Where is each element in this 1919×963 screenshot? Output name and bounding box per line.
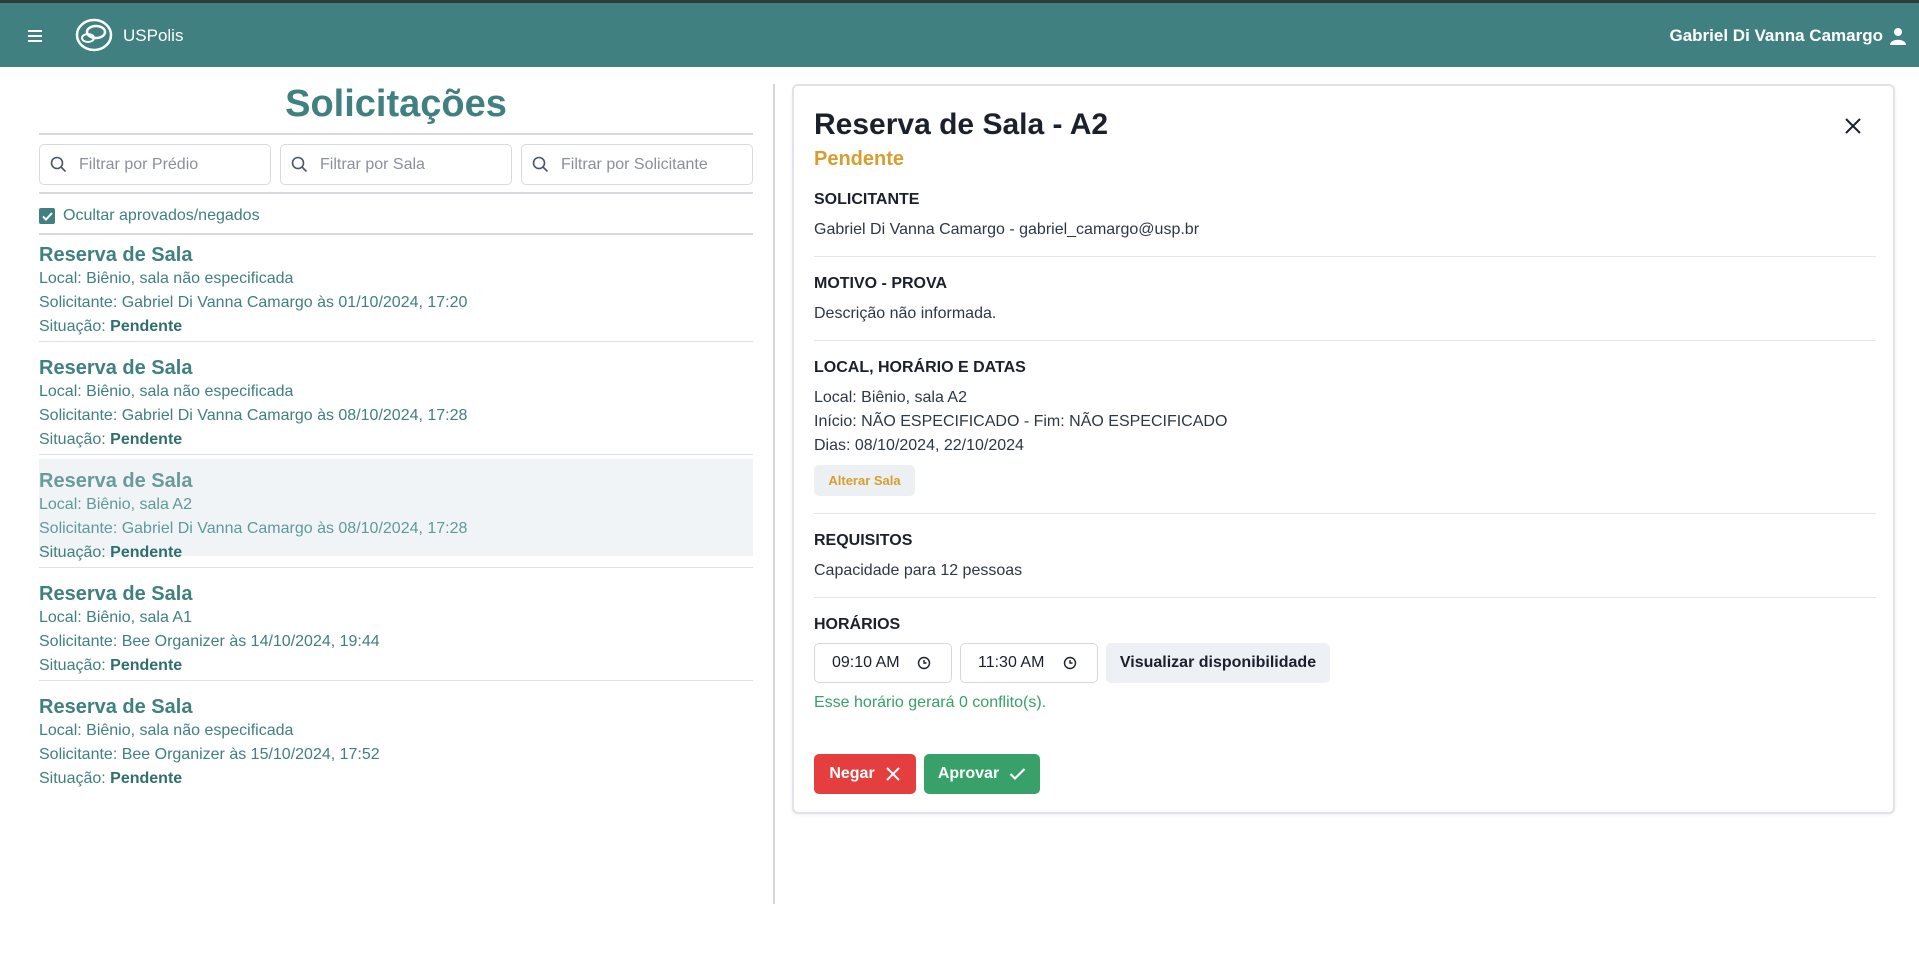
deny-label: Negar: [829, 765, 875, 782]
status-prefix: Situação:: [39, 544, 111, 561]
filter-requester-input[interactable]: [561, 155, 731, 174]
request-detail-panel: Reserva de Sala - A2 Pendente SOLICITANT…: [792, 84, 1895, 814]
reason-heading: MOTIVO - PROVA: [814, 275, 948, 292]
clock-icon[interactable]: [1063, 656, 1077, 670]
request-requester: Solicitante: Gabriel Di Vanna Camargo às…: [39, 520, 468, 537]
deny-button[interactable]: Negar: [814, 754, 916, 794]
end-time-input[interactable]: 11:30 AM: [960, 643, 1098, 683]
detail-status: Pendente: [814, 148, 905, 170]
request-title: Reserva de Sala: [39, 696, 193, 718]
request-local: Local: Biênio, sala não especificada: [39, 383, 294, 400]
uspolis-logo[interactable]: [74, 17, 114, 53]
reason-text: Descrição não informada.: [814, 305, 997, 322]
item-divider: [39, 454, 753, 455]
item-divider: [39, 567, 753, 568]
status-prefix: Situação:: [39, 318, 111, 335]
filter-requester[interactable]: [521, 144, 753, 185]
request-status-line: Situação: Pendente: [39, 657, 182, 675]
request-item[interactable]: Reserva de Sala Local: Biênio, sala não …: [39, 685, 753, 787]
hide-approved-label: Ocultar aprovados/negados: [63, 207, 260, 224]
hide-approved-toggle[interactable]: Ocultar aprovados/negados: [39, 207, 260, 225]
location-time: Início: NÃO ESPECIFICADO - Fim: NÃO ESPE…: [814, 413, 1228, 430]
request-title: Reserva de Sala: [39, 357, 193, 379]
conflict-message: Esse horário gerará 0 conflito(s).: [814, 694, 1047, 711]
request-local: Local: Biênio, sala A1: [39, 609, 192, 626]
item-divider: [39, 341, 753, 342]
item-divider: [39, 680, 753, 681]
checkmark-icon: [41, 211, 53, 221]
clock-icon[interactable]: [917, 656, 931, 670]
requirements-text: Capacidade para 12 pessoas: [814, 562, 1023, 579]
request-status: Pendente: [110, 431, 183, 448]
request-status: Pendente: [110, 657, 183, 674]
hamburger-icon: [28, 30, 42, 42]
change-room-button[interactable]: Alterar Sala: [814, 465, 915, 496]
requester-text: Gabriel Di Vanna Camargo - gabriel_camar…: [814, 221, 1200, 238]
column-divider: [773, 84, 775, 904]
request-item[interactable]: Reserva de Sala Local: Biênio, sala A1 S…: [39, 572, 753, 681]
section-divider: [814, 340, 1876, 341]
request-requester: Solicitante: Gabriel Di Vanna Camargo às…: [39, 407, 468, 424]
filter-room[interactable]: [280, 144, 512, 185]
title-divider: [39, 133, 753, 135]
check-icon: [1009, 768, 1026, 781]
approve-button[interactable]: Aprovar: [924, 754, 1040, 794]
search-icon: [50, 156, 67, 173]
user-icon[interactable]: [1889, 27, 1907, 45]
request-title: Reserva de Sala: [39, 470, 193, 492]
hamburger-menu-button[interactable]: [22, 23, 48, 49]
request-status-line: Situação: Pendente: [39, 431, 182, 449]
request-status: Pendente: [110, 770, 183, 787]
request-status-line: Situação: Pendente: [39, 544, 182, 562]
search-icon: [291, 156, 308, 173]
close-icon: [885, 767, 900, 781]
status-prefix: Situação:: [39, 770, 111, 787]
request-status: Pendente: [110, 318, 183, 335]
filter-building-input[interactable]: [79, 155, 249, 174]
request-item[interactable]: Reserva de Sala Local: Biênio, sala não …: [39, 346, 753, 455]
schedule-heading: HORÁRIOS: [814, 616, 901, 633]
user-name[interactable]: Gabriel Di Vanna Camargo: [1669, 26, 1883, 46]
start-time-value: 09:10 AM: [832, 654, 900, 671]
app-name: USPolis: [123, 26, 184, 45]
page-title: Solicitações: [285, 83, 507, 125]
status-prefix: Situação:: [39, 431, 111, 448]
start-time-input[interactable]: 09:10 AM: [814, 643, 952, 683]
status-prefix: Situação:: [39, 657, 111, 674]
search-icon: [532, 156, 549, 173]
requirements-heading: REQUISITOS: [814, 532, 913, 549]
request-title: Reserva de Sala: [39, 583, 193, 605]
location-days: Dias: 08/10/2024, 22/10/2024: [814, 437, 1024, 454]
section-divider: [814, 513, 1876, 514]
request-title: Reserva de Sala: [39, 244, 193, 266]
approve-label: Aprovar: [937, 765, 1000, 782]
close-icon[interactable]: [1839, 112, 1867, 140]
request-status: Pendente: [110, 544, 183, 561]
hide-approved-checkbox[interactable]: [39, 208, 55, 224]
filter-building[interactable]: [39, 144, 271, 185]
top-navbar: USPolis Gabriel Di Vanna Camargo: [0, 0, 1919, 67]
filter-room-input[interactable]: [320, 155, 490, 174]
request-requester: Solicitante: Bee Organizer às 15/10/2024…: [39, 746, 380, 763]
filters-divider: [39, 192, 753, 194]
request-item[interactable]: Reserva de Sala Local: Biênio, sala não …: [39, 233, 753, 342]
request-local: Local: Biênio, sala não especificada: [39, 270, 294, 287]
request-status-line: Situação: Pendente: [39, 770, 182, 788]
end-time-value: 11:30 AM: [978, 654, 1045, 671]
location-heading: LOCAL, HORÁRIO E DATAS: [814, 359, 1026, 376]
request-requester: Solicitante: Bee Organizer às 14/10/2024…: [39, 633, 380, 650]
view-availability-button[interactable]: Visualizar disponibilidade: [1106, 643, 1330, 683]
request-local: Local: Biênio, sala não especificada: [39, 722, 294, 739]
section-divider: [814, 597, 1876, 598]
location-local: Local: Biênio, sala A2: [814, 389, 967, 406]
request-local: Local: Biênio, sala A2: [39, 496, 192, 513]
requester-heading: SOLICITANTE: [814, 191, 920, 208]
section-divider: [814, 256, 1876, 257]
request-item-selected[interactable]: Reserva de Sala Local: Biênio, sala A2 S…: [39, 459, 753, 568]
detail-title: Reserva de Sala - A2: [814, 108, 1109, 141]
request-requester: Solicitante: Gabriel Di Vanna Camargo às…: [39, 294, 468, 311]
request-status-line: Situação: Pendente: [39, 318, 182, 336]
